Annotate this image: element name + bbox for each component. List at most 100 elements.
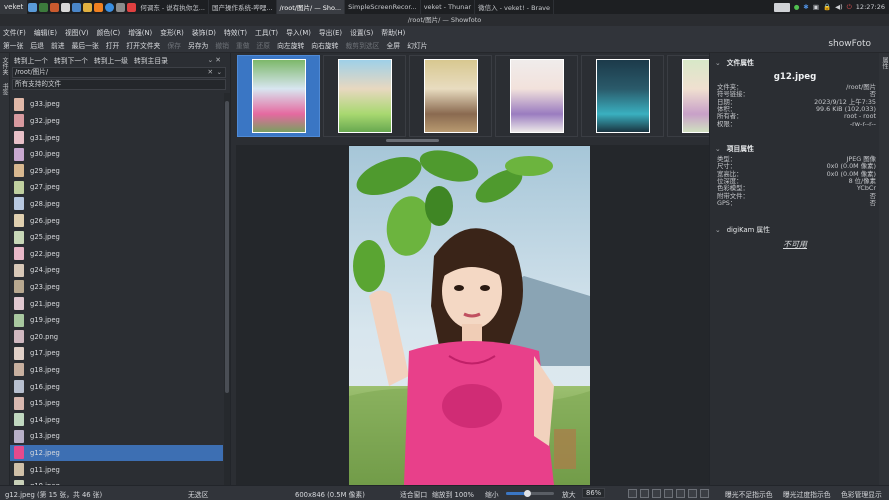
thumbnail-item[interactable]: [409, 55, 492, 137]
revert-button[interactable]: 还原: [257, 40, 271, 50]
zoom-slider[interactable]: [506, 490, 554, 497]
wechat-icon[interactable]: ●: [794, 3, 800, 11]
view-mode-icon[interactable]: [628, 489, 637, 498]
go-home-button[interactable]: 转到主目录: [134, 55, 168, 65]
file-list-item[interactable]: g16.jpeg: [10, 378, 223, 395]
zoom-out-button[interactable]: 缩小: [485, 489, 499, 499]
nav-menu-icon[interactable]: ⌄ ✕: [207, 56, 221, 64]
menu-tools[interactable]: 工具(T): [255, 27, 278, 37]
menu-color[interactable]: 颜色(C): [97, 27, 121, 37]
view-mode-icon[interactable]: [664, 489, 673, 498]
thumbnail-item[interactable]: [667, 55, 710, 137]
volume-icon[interactable]: ◀): [835, 3, 843, 11]
item-properties-header[interactable]: ⌄ 项目属性: [715, 143, 754, 153]
last-image-button[interactable]: 最后一张: [72, 40, 99, 50]
taskbar-task-active[interactable]: /root/图片/ — Sho...: [276, 0, 346, 14]
view-mode-icon[interactable]: [652, 489, 661, 498]
file-list-item[interactable]: g19.jpeg: [10, 312, 223, 329]
taskbar-task[interactable]: veket - Thunar: [421, 0, 476, 14]
tab-bookmarks[interactable]: 书签: [1, 83, 9, 95]
scrollbar-thumb[interactable]: [225, 101, 229, 393]
editor-icon[interactable]: [72, 2, 82, 12]
slideshow-button[interactable]: 幻灯片: [407, 40, 427, 50]
taskbar-task[interactable]: 国产操作系统-哔哩...: [209, 0, 277, 14]
file-list-item[interactable]: g24.jpeg: [10, 262, 223, 279]
tab-properties[interactable]: 属性: [880, 57, 889, 69]
file-properties-header[interactable]: ⌄ 文件属性: [715, 57, 754, 67]
redo-button[interactable]: 重做: [236, 40, 250, 50]
menu-decorate[interactable]: 装饰(D): [192, 27, 216, 37]
start-menu-button[interactable]: veket: [0, 0, 28, 14]
lock-icon[interactable]: 🔒: [823, 3, 831, 11]
tab-folders[interactable]: 文件夹: [1, 57, 9, 75]
settings-icon[interactable]: [61, 2, 71, 12]
first-image-button[interactable]: 第一张: [3, 40, 23, 50]
menu-help[interactable]: 帮助(H): [381, 27, 405, 37]
undo-button[interactable]: 撤销: [215, 40, 229, 50]
file-list-item[interactable]: g23.jpeg: [10, 279, 223, 296]
thumbnail-item[interactable]: [581, 55, 664, 137]
file-list-item[interactable]: g26.jpeg: [10, 212, 223, 229]
back-button[interactable]: 后退: [30, 40, 44, 50]
menu-export[interactable]: 导出(E): [319, 27, 342, 37]
bluetooth-icon[interactable]: ✱: [803, 3, 808, 11]
view-mode-icon[interactable]: [688, 489, 697, 498]
fit-window-button[interactable]: 适合窗口: [400, 489, 427, 499]
file-list-item[interactable]: g14.jpeg: [10, 411, 223, 428]
menu-file[interactable]: 文件(F): [3, 27, 26, 37]
file-list-item[interactable]: g33.jpeg: [10, 96, 223, 113]
file-list-scrollbar[interactable]: [224, 93, 230, 485]
file-list-item[interactable]: g10.jpeg: [10, 478, 223, 485]
zoom-100-button[interactable]: 缩放到 100%: [432, 489, 474, 499]
file-list-item[interactable]: g20.png: [10, 328, 223, 345]
vpn-icon[interactable]: [105, 2, 115, 12]
go-previous-button[interactable]: 转到上一个: [14, 55, 48, 65]
menu-settings[interactable]: 设置(S): [350, 27, 373, 37]
file-list-item[interactable]: g12.jpeg: [10, 444, 223, 462]
chevron-down-icon[interactable]: ⌄: [216, 68, 222, 77]
rotate-left-button[interactable]: 向左旋转: [277, 40, 304, 50]
under-exposure-toggle[interactable]: 曝光不足指示色: [725, 489, 773, 499]
thumbnail-scrollbar[interactable]: [386, 139, 439, 142]
forward-button[interactable]: 前进: [51, 40, 65, 50]
zoom-in-button[interactable]: 放大: [562, 489, 576, 499]
view-mode-icon[interactable]: [700, 489, 709, 498]
power-icon[interactable]: ⏻: [847, 3, 852, 12]
thumbnail-item-selected[interactable]: [237, 55, 320, 137]
taskbar-task[interactable]: SimpleScreenRecor...: [345, 0, 421, 14]
menu-enhance[interactable]: 增强(N): [128, 27, 152, 37]
folder-icon[interactable]: [83, 2, 93, 12]
open-folder-button[interactable]: 打开文件夹: [126, 40, 160, 50]
menu-view[interactable]: 视图(V): [65, 27, 89, 37]
file-list-item[interactable]: g29.jpeg: [10, 162, 223, 179]
clear-icon[interactable]: ✕: [207, 68, 213, 77]
save-button[interactable]: 保存: [167, 40, 181, 50]
file-list-item[interactable]: g22.jpeg: [10, 245, 223, 262]
taskbar-task[interactable]: 何调东 - 说有执你怎...: [137, 0, 209, 14]
file-list-item[interactable]: g31.jpeg: [10, 129, 223, 146]
thumbnail-item[interactable]: [323, 55, 406, 137]
file-list-item[interactable]: g30.jpeg: [10, 146, 223, 163]
file-filter-select[interactable]: 所有支持的文件: [12, 79, 226, 90]
file-list-item[interactable]: g32.jpeg: [10, 113, 223, 130]
file-list-item[interactable]: g15.jpeg: [10, 395, 223, 412]
network-icon[interactable]: ▣: [813, 3, 819, 11]
file-list-item[interactable]: g27.jpeg: [10, 179, 223, 196]
thumbnail-item[interactable]: [495, 55, 578, 137]
taskbar-task[interactable]: 微信入 - veket! - Brave: [475, 0, 555, 14]
file-list-item[interactable]: g11.jpeg: [10, 461, 223, 478]
path-input[interactable]: /root/图片/ ✕ ⌄: [12, 67, 226, 78]
zoom-value-input[interactable]: 86%: [582, 488, 606, 498]
go-up-button[interactable]: 转到上一级: [94, 55, 128, 65]
file-list-item[interactable]: g21.jpeg: [10, 295, 223, 312]
file-list-item[interactable]: g13.jpeg: [10, 428, 223, 445]
terminal-icon[interactable]: [39, 2, 49, 12]
media-icon[interactable]: [94, 2, 104, 12]
save-as-button[interactable]: 另存为: [188, 40, 208, 50]
show-desktop-icon[interactable]: [773, 2, 790, 12]
trash-icon[interactable]: [116, 2, 126, 12]
color-managed-view-toggle[interactable]: 色彩管理显示: [841, 489, 882, 499]
digikam-properties-header[interactable]: ⌄ digiKam 属性: [715, 224, 770, 234]
file-list-item[interactable]: g25.jpeg: [10, 229, 223, 246]
menu-import[interactable]: 导入(M): [286, 27, 311, 37]
